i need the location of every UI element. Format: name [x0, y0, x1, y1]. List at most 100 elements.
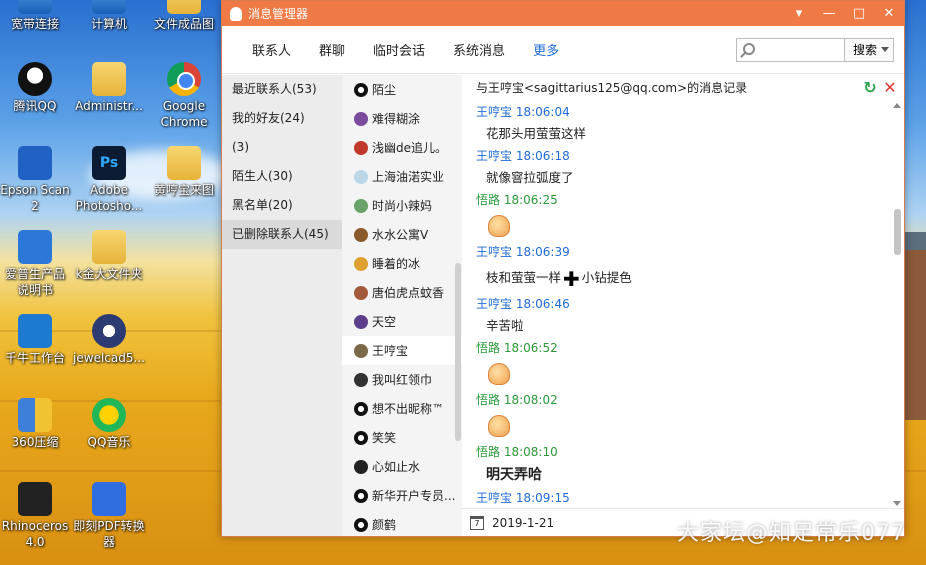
tab-bar: 联系人 群聊 临时会话 系统消息 更多 搜索	[222, 26, 904, 74]
message-text: 枝和萤萤一样 ✚ 小钻提色	[476, 263, 890, 293]
contact-item[interactable]: 难得糊涂	[342, 104, 462, 133]
maximize-button[interactable]: □	[844, 1, 874, 26]
message-header: 王哼宝 18:06:04	[476, 101, 890, 123]
footer-date[interactable]: 2019-1-21	[492, 516, 554, 530]
tab-contacts[interactable]: 联系人	[252, 40, 291, 59]
scroll-up-arrow-icon[interactable]	[893, 103, 901, 108]
group-blacklist[interactable]: 黑名单(20)	[222, 191, 342, 220]
scrollbar-thumb[interactable]	[894, 209, 901, 255]
desktop-icon-epson-manual[interactable]: 爱普生产品 说明书	[0, 230, 74, 298]
desktop-icon-pdf-converter[interactable]: 即刻PDF转换 器	[70, 482, 148, 550]
chat-history-panel: 与王哼宝<sagittarius125@qq.com>的消息记录 ↻ ✕ 王哼宝…	[462, 75, 904, 536]
refresh-icon[interactable]: ↻	[862, 80, 878, 96]
group-recent-contacts[interactable]: 最近联系人(53)	[222, 75, 342, 104]
contact-name: 颜鹤	[372, 518, 397, 532]
group-list: 最近联系人(53) 我的好友(24) (3) 陌生人(30) 黑名单(20) 已…	[222, 75, 342, 536]
menu-dropdown-button[interactable]: ▾	[784, 1, 814, 26]
contact-item[interactable]: 新华开户专员...	[342, 481, 462, 510]
tab-more[interactable]: 更多	[533, 40, 559, 59]
contact-name: 水水公寓V	[372, 228, 429, 242]
delete-icon[interactable]: ✕	[882, 80, 898, 96]
close-button[interactable]: ✕	[874, 1, 904, 26]
contact-item[interactable]: 笑笑	[342, 423, 462, 452]
contact-item-selected[interactable]: 王哼宝	[342, 336, 462, 365]
message-text-part: 小钻提色	[581, 270, 632, 285]
desktop-icon-folder-huang[interactable]: 黄哼宝来图	[145, 146, 223, 198]
desktop-icon-rhinoceros[interactable]: Rhinoceros 4.0	[0, 482, 74, 550]
user-folder-icon	[92, 62, 126, 96]
contact-item[interactable]: 颜鹤	[342, 510, 462, 536]
message-header: 悟路 18:08:10	[476, 441, 890, 463]
qq-penguin-icon	[18, 62, 52, 96]
contact-item[interactable]: 天空	[342, 307, 462, 336]
tab-group-chat[interactable]: 群聊	[319, 40, 345, 59]
desktop-icon-k-gold-folder[interactable]: k金大文件夹	[70, 230, 148, 282]
manual-icon	[18, 230, 52, 264]
message-manager-window: 消息管理器 ▾ — □ ✕ 联系人 群聊 临时会话 系统消息 更多 搜索 最近联…	[221, 0, 905, 537]
message-sender: 王哼宝	[476, 297, 513, 311]
desktop-icon-qq[interactable]: 腾讯QQ	[0, 62, 74, 114]
network-icon	[18, 0, 52, 14]
desktop-icon-360zip[interactable]: 360压缩	[0, 398, 74, 450]
message-emoji	[476, 411, 890, 441]
message-time: 18:06:18	[515, 149, 570, 163]
desktop-icon-chrome[interactable]: Google Chrome	[145, 62, 223, 130]
ok-hand-emoji-icon	[488, 415, 510, 437]
message-scrollbar[interactable]	[890, 101, 904, 508]
contact-item[interactable]: 浅幽de追儿。	[342, 133, 462, 162]
archive-icon	[18, 398, 52, 432]
group-strangers[interactable]: 陌生人(30)	[222, 162, 342, 191]
chrome-icon	[167, 62, 201, 96]
contact-item[interactable]: 水水公寓V	[342, 220, 462, 249]
contact-name: 时尚小辣妈	[372, 199, 433, 213]
contact-item[interactable]: 上海油渃实业	[342, 162, 462, 191]
contact-name: 王哼宝	[372, 344, 409, 358]
qianniu-icon	[18, 314, 52, 348]
qq-penguin-avatar-icon	[354, 488, 368, 503]
desktop-icon-qianniu[interactable]: 千牛工作台	[0, 314, 74, 366]
contact-list: 陌尘 难得糊涂 浅幽de追儿。 上海油渃实业 时尚小辣妈 水水公寓V 睡着的冰 …	[342, 75, 462, 536]
folder-icon	[167, 0, 201, 14]
desktop-icon-administrator[interactable]: Administr...	[70, 62, 148, 114]
message-time: 18:06:39	[515, 245, 570, 259]
minimize-button[interactable]: —	[814, 1, 844, 26]
desktop-icon-computer[interactable]: 计算机	[70, 0, 148, 32]
contact-item[interactable]: 唐伯虎点蚊香	[342, 278, 462, 307]
search-button[interactable]: 搜索	[844, 37, 894, 62]
desktop-icon-jewelcad[interactable]: jewelcad5...	[70, 314, 148, 366]
folder-icon	[92, 230, 126, 264]
scroll-down-arrow-icon[interactable]	[893, 501, 901, 506]
contact-name: 心如止水	[372, 460, 421, 474]
message-sender: 悟路	[476, 445, 501, 459]
desktop-icon-epson-scan[interactable]: Epson Scan 2	[0, 146, 74, 214]
desktop-icon-broadband[interactable]: 宽带连接	[0, 0, 74, 32]
chat-history-header: 与王哼宝<sagittarius125@qq.com>的消息记录 ↻ ✕	[462, 75, 904, 101]
message-sender: 王哼宝	[476, 245, 513, 259]
contact-name: 新华开户专员...	[372, 489, 456, 503]
contact-item[interactable]: 我叫红领巾	[342, 365, 462, 394]
contact-item[interactable]: 心如止水	[342, 452, 462, 481]
contact-list-scrollbar[interactable]	[455, 263, 461, 441]
tab-system-messages[interactable]: 系统消息	[453, 40, 505, 59]
desktop-icon-photoshop[interactable]: Ps Adobe Photosho...	[70, 146, 148, 214]
message-time: 18:08:02	[503, 393, 558, 407]
group-unnamed[interactable]: (3)	[222, 133, 342, 162]
contact-item[interactable]: 陌尘	[342, 75, 462, 104]
desktop-icon-finished-images[interactable]: 文件成品图	[145, 0, 223, 32]
tab-temp-session[interactable]: 临时会话	[373, 40, 425, 59]
avatar-icon	[354, 169, 368, 184]
title-bar[interactable]: 消息管理器 ▾ — □ ✕	[222, 1, 904, 26]
contact-item[interactable]: 睡着的冰	[342, 249, 462, 278]
contact-item[interactable]: 想不出昵称™	[342, 394, 462, 423]
avatar-icon	[354, 140, 368, 155]
message-header: 悟路 18:06:52	[476, 337, 890, 359]
group-deleted-contacts[interactable]: 已删除联系人(45)	[222, 220, 342, 249]
desktop-icon-qq-music[interactable]: QQ音乐	[70, 398, 148, 450]
calendar-icon[interactable]: 7	[470, 515, 484, 530]
contact-item[interactable]: 时尚小辣妈	[342, 191, 462, 220]
search-button-label: 搜索	[853, 43, 878, 57]
avatar-icon	[354, 372, 368, 387]
contact-name: 天空	[372, 315, 397, 329]
avatar-icon	[354, 459, 368, 474]
group-my-friends[interactable]: 我的好友(24)	[222, 104, 342, 133]
